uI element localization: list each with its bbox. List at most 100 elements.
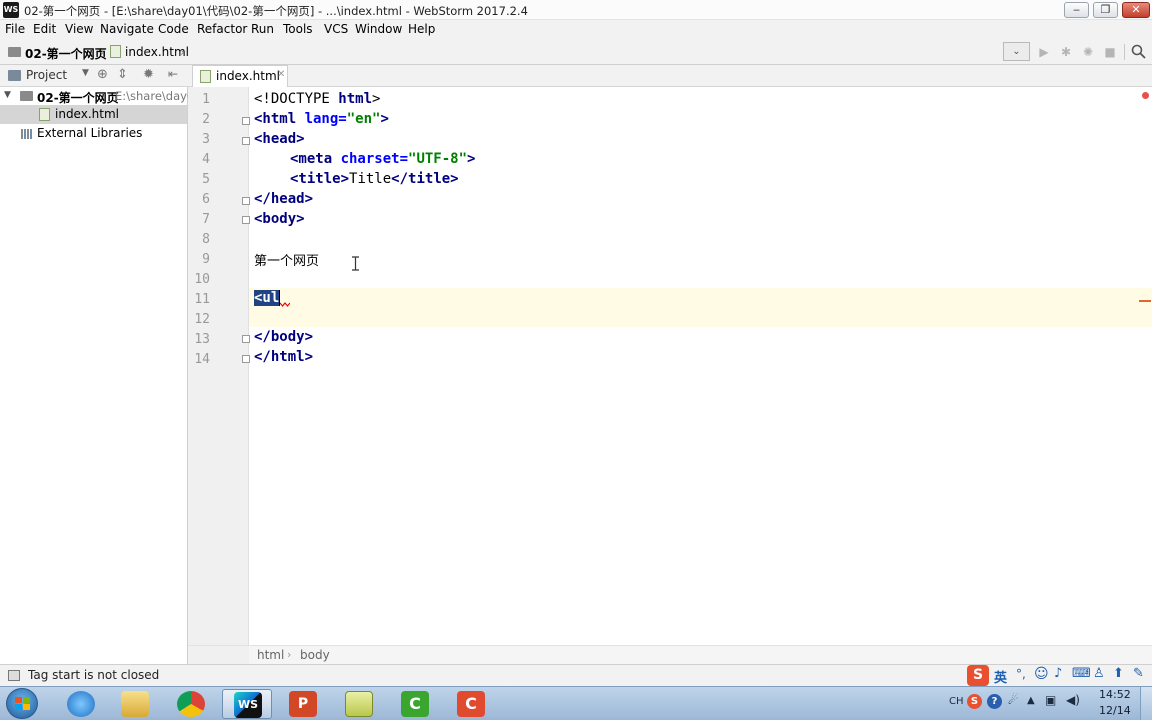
internet-explorer-icon [67,691,95,717]
taskbar-webstorm[interactable]: WS [222,689,272,719]
chevron-right-icon: › [100,45,105,59]
debug-icon[interactable]: ✱ [1058,44,1074,60]
status-message: Tag start is not closed [28,668,160,682]
network-icon[interactable]: ▣ [1045,693,1056,707]
tree-root-row[interactable]: ▼ 02-第一个网页 E:\share\day0 [0,87,194,106]
wrench-icon[interactable]: ✎ [1133,666,1144,681]
close-button[interactable]: ✕ [1122,2,1150,18]
menu-refactor[interactable]: Refactor [197,22,247,36]
toolbar-divider [1124,44,1125,60]
menu-tools[interactable]: Tools [283,22,313,36]
error-stripe-marker[interactable] [1139,300,1151,302]
volume-icon[interactable]: ◀) [1066,693,1080,707]
menu-help[interactable]: Help [408,22,435,36]
project-view-selector[interactable]: Project [26,68,67,82]
fold-marker-icon[interactable] [242,216,250,224]
hide-panel-icon[interactable]: ⇤ [168,67,178,81]
menu-bar: File Edit View Navigate Code Refactor Ru… [0,20,1152,39]
fold-marker-icon[interactable] [242,117,250,125]
stop-icon[interactable]: ■ [1102,44,1118,60]
powerpoint-icon: P [289,691,317,717]
menu-file[interactable]: File [5,22,25,36]
taskbar-explorer[interactable] [110,689,160,719]
error-indicator-icon[interactable] [1142,92,1149,99]
html-file-icon [110,45,121,58]
menu-navigate[interactable]: Navigate [100,22,154,36]
collapse-all-icon[interactable]: ⇕ [117,67,128,82]
menu-vcs[interactable]: VCS [324,22,348,36]
dropdown-arrow-icon[interactable]: ▼ [82,68,89,78]
show-desktop-button[interactable] [1140,687,1152,720]
selected-text[interactable]: <ul [254,290,280,306]
close-tab-icon[interactable]: ✕ [277,69,285,80]
coverage-icon[interactable]: ✺ [1080,44,1096,60]
windows-taskbar: WS P C C CH S ? ☄ ▲ ▣ ◀) 14:52 12/14 [0,686,1152,720]
line-number: 14 [194,352,210,367]
run-config-dropdown[interactable]: ⌄ [1003,42,1030,61]
menu-window[interactable]: Window [355,22,402,36]
run-icon[interactable]: ▶ [1036,44,1052,60]
tray-app-icon[interactable]: ☄ [1008,693,1019,707]
code-line-7[interactable]: <body> [254,211,305,227]
code-line-3[interactable]: <head> [254,131,305,147]
fold-marker-icon[interactable] [242,335,250,343]
code-line-1[interactable]: <!DOCTYPE html> [254,91,380,107]
line-number: 9 [202,252,210,267]
menu-code[interactable]: Code [158,22,189,36]
minimize-button[interactable]: ‒ [1064,2,1089,18]
fold-marker-icon[interactable] [242,355,250,363]
keyboard-icon[interactable]: ⌨ [1072,666,1091,681]
line-number: 1 [202,92,210,107]
menu-run[interactable]: Run [251,22,274,36]
help-tray-icon[interactable]: ? [987,694,1002,709]
taskbar-notepad[interactable] [334,689,384,719]
clock-date[interactable]: 12/14 [1099,704,1131,717]
tab-index-html[interactable]: index.html ✕ [192,65,288,87]
text-cursor-icon [352,256,359,271]
skin-icon[interactable]: ⬆ [1113,666,1124,681]
fold-marker-icon[interactable] [242,197,250,205]
expand-arrow-icon[interactable]: ▼ [4,90,11,100]
ime-language-toggle[interactable]: 英 [994,667,1007,686]
scroll-from-source-icon[interactable]: ⊕ [97,67,108,82]
show-hidden-icons-arrow[interactable]: ▲ [1027,695,1035,706]
breadcrumb-body[interactable]: body [300,648,330,662]
code-line-9[interactable]: 第一个网页 [254,250,319,269]
fold-marker-icon[interactable] [242,137,250,145]
gear-icon[interactable]: ✹ [143,67,154,82]
editor-breadcrumb: html › body [249,645,1152,664]
menu-view[interactable]: View [65,22,93,36]
language-indicator[interactable]: CH [949,696,964,707]
emoji-icon[interactable]: ☺ [1034,666,1049,682]
tree-file-row[interactable]: index.html [0,105,187,124]
menu-edit[interactable]: Edit [33,22,56,36]
code-line-2[interactable]: <html lang="en"> [254,111,389,127]
code-line-11[interactable]: <ul [254,290,281,306]
tree-libraries-row[interactable]: External Libraries [0,124,187,143]
sogou-tray-icon[interactable]: S [967,694,982,709]
search-icon[interactable] [1131,44,1146,59]
clock-time[interactable]: 14:52 [1099,688,1131,701]
code-line-4[interactable]: <meta charset="UTF-8"> [290,151,475,167]
code-line-6[interactable]: </head> [254,191,313,207]
breadcrumb-html[interactable]: html [257,648,284,662]
code-line-14[interactable]: </html> [254,349,313,365]
microphone-icon[interactable]: ♪ [1054,666,1062,681]
taskbar-camtasia-green[interactable]: C [390,689,440,719]
line-number: 11 [194,292,210,307]
restore-button[interactable]: ❐ [1093,2,1118,18]
nav-project-crumb[interactable]: 02-第一个网页 [25,45,107,62]
code-line-5[interactable]: <title>Title</title> [290,171,459,187]
webstorm-app-icon[interactable]: WS [3,2,19,18]
tool-window-toggle-icon[interactable] [8,670,20,681]
sogou-ime-icon[interactable]: S [967,665,989,686]
punctuation-icon[interactable]: °, [1016,667,1026,681]
taskbar-ie[interactable] [56,689,106,719]
code-line-13[interactable]: </body> [254,329,313,345]
taskbar-chrome[interactable] [166,689,216,719]
user-icon[interactable]: ♙ [1093,666,1105,681]
taskbar-camtasia-red[interactable]: C [446,689,496,719]
start-button[interactable] [6,688,38,719]
line-number: 5 [202,172,210,187]
taskbar-powerpoint[interactable]: P [278,689,328,719]
